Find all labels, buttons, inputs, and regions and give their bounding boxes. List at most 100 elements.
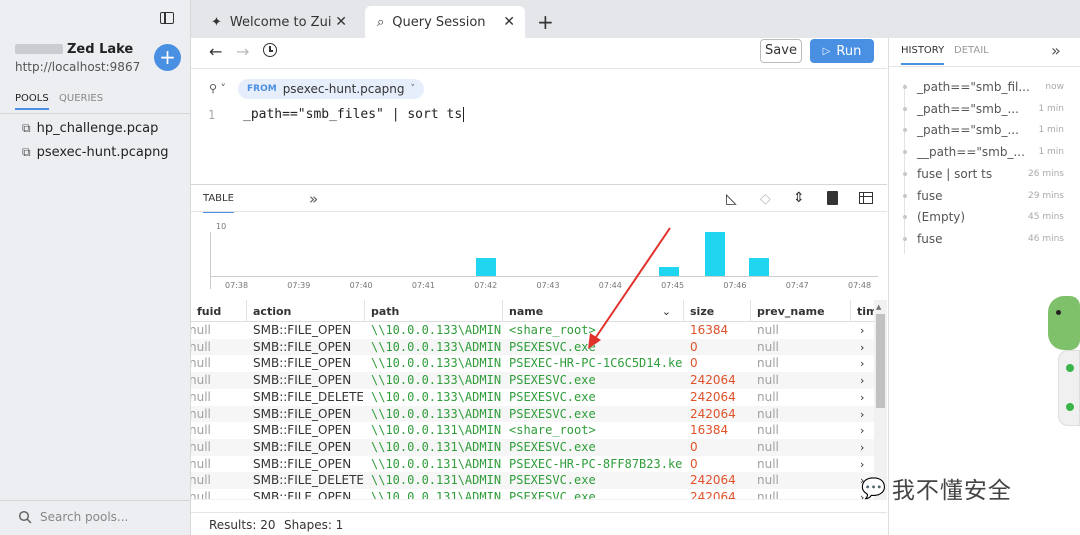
table-row[interactable]: null SMB::FILE_OPEN \\10.0.0.131\ADMIN$ PSE… (191, 438, 874, 456)
history-item[interactable]: fuse (917, 189, 942, 203)
histogram-bar[interactable] (476, 258, 497, 276)
history-time: 45 mins (1028, 212, 1064, 223)
x-tick-label: 07:40 (349, 281, 373, 290)
history-item[interactable]: fuse (917, 232, 942, 246)
run-button[interactable]: ▷ Run (810, 39, 874, 63)
pool-label: psexec-hunt.pcapng (36, 145, 169, 160)
fit-columns-icon[interactable]: ⇕ (793, 190, 805, 206)
history-item[interactable]: fuse | sort ts (917, 167, 992, 181)
tab-pools[interactable]: POOLS (15, 93, 49, 110)
column-header[interactable]: fuid (191, 300, 247, 322)
x-tick-label: 07:41 (411, 281, 435, 290)
table-cell: PSEXEC-HR-PC-8FF87B23.key (509, 456, 682, 471)
pool-item[interactable]: ⧉ psexec-hunt.pcapng (22, 145, 169, 160)
mascot-widget[interactable] (1046, 292, 1080, 354)
history-dot (903, 193, 907, 198)
lake-name[interactable]: Zed Lake (67, 42, 133, 57)
histogram-chart: 10 07:38 07:39 07:40 07:41 07:42 07:43 07:44 07… (191, 212, 887, 297)
table-cell: 0 (690, 339, 698, 354)
x-tick-label: 07:46 (723, 281, 747, 290)
column-header[interactable]: size (684, 300, 751, 322)
pool-item[interactable]: ⧉ hp_challenge.pcap (22, 121, 158, 136)
history-dot (903, 171, 907, 176)
table-row[interactable]: null SMB::FILE_OPEN \\10.0.0.133\ADMIN$ PSE… (191, 372, 874, 390)
table-cell: null (757, 473, 779, 488)
table-row[interactable]: null SMB::FILE_DELETE \\10.0.0.133\ADMIN$ P… (191, 388, 874, 406)
histogram-bar[interactable] (705, 232, 726, 276)
shape-icon[interactable]: ◺ (726, 191, 737, 207)
table-cell: SMB::FILE_OPEN (253, 356, 352, 371)
table-cell: 0 (690, 439, 698, 454)
table-icon[interactable] (859, 192, 873, 204)
table-cell: null (191, 439, 211, 454)
histogram-bar[interactable] (749, 258, 770, 276)
search-input[interactable]: Search pools... (40, 510, 128, 524)
tab-queries[interactable]: QUERIES (59, 93, 103, 104)
table-row[interactable]: null SMB::FILE_OPEN \\10.0.0.131\ADMIN$ <sh… (191, 422, 874, 440)
forward-icon[interactable]: → (236, 42, 249, 61)
sidebar-toggle-icon[interactable] (160, 12, 174, 24)
expand-icon[interactable]: » (309, 190, 318, 208)
query-editor[interactable]: _path=="smb_files" | sort ts (243, 107, 465, 122)
vertical-scrollbar[interactable]: ▲ ▼ (874, 300, 887, 500)
table-cell: \\10.0.0.131\ADMIN$ (371, 473, 501, 488)
table-row[interactable]: null SMB::FILE_OPEN \\10.0.0.133\ADMIN$ PSE… (191, 338, 874, 356)
table-cell: SMB::FILE_OPEN (253, 323, 352, 337)
history-time: 26 mins (1028, 168, 1064, 179)
chevron-right-icon[interactable]: › (860, 322, 870, 339)
history-item[interactable]: _path=="smb_... (917, 123, 1019, 137)
add-pool-button[interactable]: + (154, 44, 181, 71)
table-cell: 0 (690, 456, 698, 471)
side-toolbar[interactable] (1058, 350, 1080, 426)
from-pool-pill[interactable]: FROM psexec-hunt.pcapng ˅ (238, 79, 425, 99)
history-item[interactable]: _path=="smb_... (917, 102, 1019, 116)
export-icon[interactable] (827, 191, 838, 205)
table-cell: 242064 (690, 406, 736, 421)
close-icon[interactable]: ✕ (503, 14, 515, 30)
tab-history[interactable]: HISTORY (901, 45, 945, 65)
table-cell: null (757, 339, 779, 354)
run-label: Run (836, 43, 862, 59)
table-row[interactable]: null SMB::FILE_OPEN \\10.0.0.133\ADMIN$ PSE… (191, 355, 874, 373)
back-icon[interactable]: ← (209, 42, 222, 61)
table-cell: null (191, 406, 211, 421)
chevron-down-icon: ˅ (410, 84, 416, 94)
table-row[interactable]: null SMB::FILE_OPEN \\10.0.0.133\ADMIN$ PSE… (191, 405, 874, 423)
lake-url: http://localhost:9867 (15, 60, 141, 74)
table-cell: SMB::FILE_DELETE (253, 473, 363, 488)
save-button[interactable]: Save (760, 39, 802, 63)
table-cell: SMB::FILE_OPEN (253, 339, 352, 354)
column-header[interactable]: action (247, 300, 365, 322)
history-clock-icon[interactable] (263, 43, 277, 57)
table-row[interactable]: null SMB::FILE_DELETE \\10.0.0.131\ADMIN$ P… (191, 472, 874, 490)
history-item[interactable]: __path=="smb_... (917, 145, 1025, 159)
collapse-panel-icon[interactable]: » (1051, 41, 1061, 60)
chevron-right-icon[interactable]: › (860, 389, 870, 406)
tab-welcome[interactable]: ✦ Welcome to Zui ✕ (199, 6, 357, 38)
history-item[interactable]: (Empty) (917, 210, 965, 224)
chevron-right-icon[interactable]: › (860, 422, 870, 439)
history-dot (903, 128, 907, 133)
new-tab-button[interactable]: + (537, 10, 554, 34)
tab-detail[interactable]: DETAIL (954, 45, 989, 56)
close-icon[interactable]: ✕ (335, 14, 347, 30)
tab-table[interactable]: TABLE (203, 193, 234, 213)
table-cell: 242064 (690, 389, 736, 404)
chevron-right-icon[interactable]: › (860, 439, 870, 456)
column-header[interactable]: path (365, 300, 503, 322)
column-header[interactable]: prev_name (751, 300, 851, 322)
table-row[interactable]: null SMB::FILE_OPEN \\10.0.0.133\ADMIN$ <sh… (191, 322, 874, 339)
pin-menu[interactable]: ⚲ ˅ (209, 82, 226, 95)
chevron-right-icon[interactable]: › (860, 406, 870, 423)
chevron-right-icon[interactable]: › (860, 355, 870, 372)
horizontal-scrollbar[interactable] (191, 499, 874, 500)
table-row[interactable]: null SMB::FILE_OPEN \\10.0.0.131\ADMIN$ PSE… (191, 455, 874, 473)
search-pools[interactable]: Search pools... (18, 510, 128, 524)
tab-query-session[interactable]: ⌕ Query Session ✕ (365, 6, 525, 38)
history-item[interactable]: _path=="smb_fil... (917, 80, 1030, 94)
chevron-right-icon[interactable]: › (860, 339, 870, 356)
chevron-right-icon[interactable]: › (860, 372, 870, 389)
pool-label: hp_challenge.pcap (36, 121, 159, 136)
collapse-icon[interactable]: ◇ (760, 191, 771, 207)
table-cell: null (757, 356, 779, 371)
